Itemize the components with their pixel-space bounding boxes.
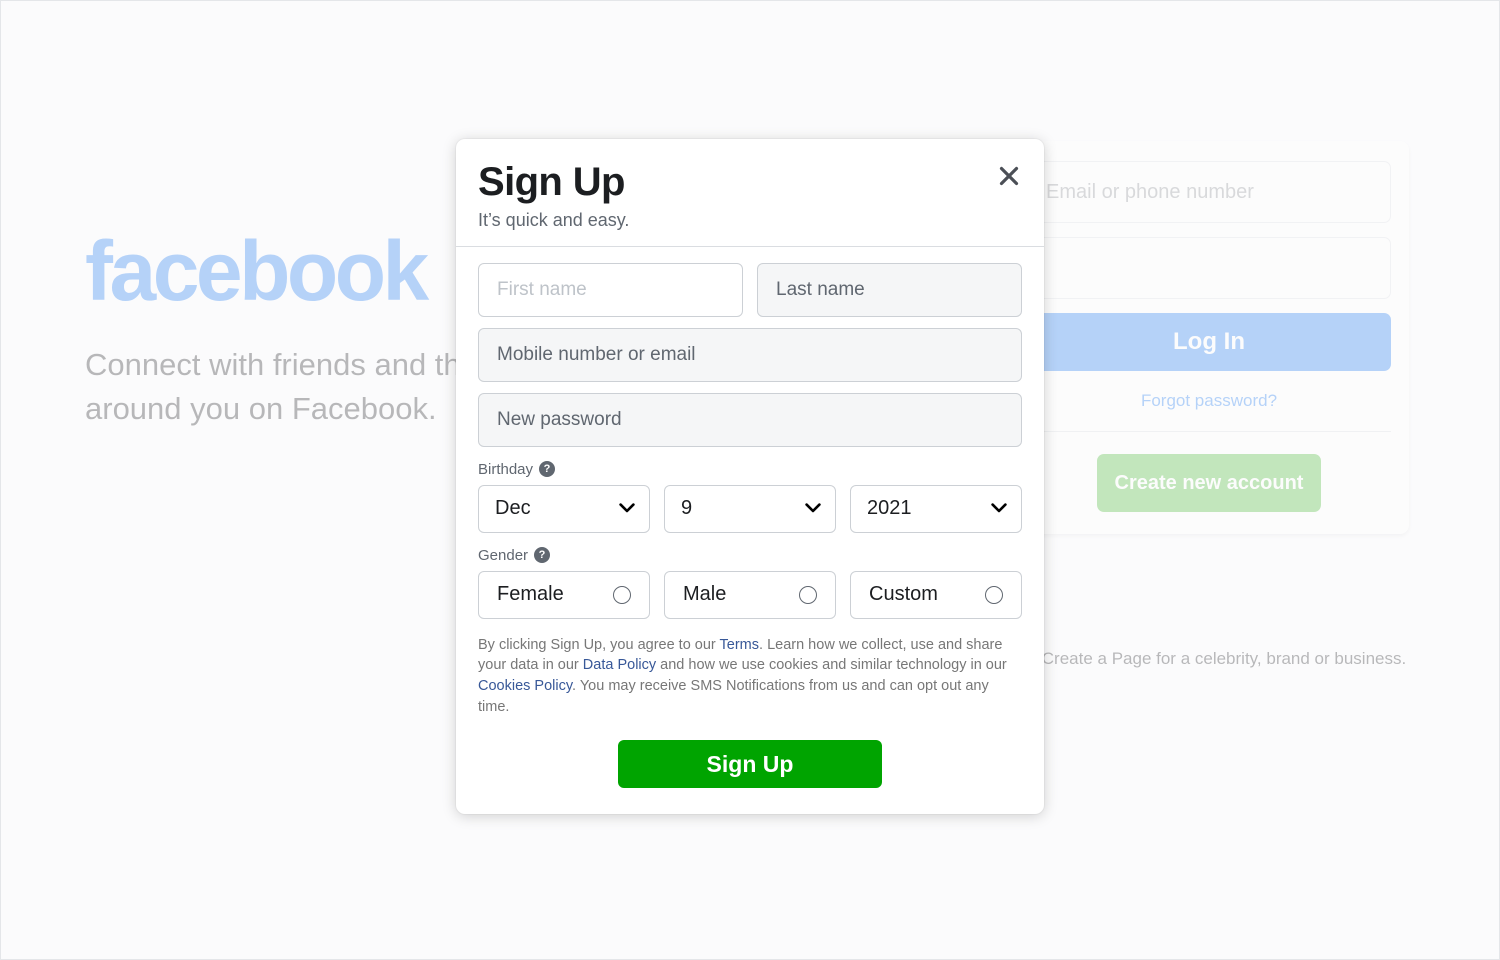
chevron-down-icon <box>805 503 821 513</box>
modal-header: Sign Up It’s quick and easy. <box>456 139 1044 247</box>
first-name-input[interactable]: First name <box>478 262 743 317</box>
radio-icon[interactable] <box>613 585 631 604</box>
gender-label-female: Female <box>497 583 564 606</box>
cookies-policy-link[interactable]: Cookies Policy <box>478 678 572 694</box>
birth-day-select[interactable]: 9 <box>664 484 836 533</box>
terms-link[interactable]: Terms <box>720 637 759 653</box>
close-icon[interactable] <box>992 159 1026 193</box>
question-mark-icon[interactable]: ? <box>534 547 551 564</box>
login-card: Email or phone number Password Log In Fo… <box>1009 141 1409 534</box>
legal-part3: and how we use cookies and similar techn… <box>656 657 1007 674</box>
question-mark-icon[interactable]: ? <box>539 461 556 478</box>
login-password-input[interactable]: Password <box>1027 237 1391 299</box>
gender-options: Female Male Custom <box>478 570 1022 619</box>
new-password-input[interactable]: New password <box>478 392 1022 447</box>
legal-part1: By clicking Sign Up, you agree to our <box>478 636 720 653</box>
page-title: Sign Up <box>478 160 626 204</box>
contact-row: Mobile number or email <box>478 327 1022 382</box>
page-canvas: facebook Connect with friends and the wo… <box>0 0 1500 960</box>
birth-month-value: Dec <box>495 497 531 520</box>
signup-modal: Sign Up It’s quick and easy. First name … <box>456 139 1044 815</box>
mobile-or-email-input[interactable]: Mobile number or email <box>478 327 1022 382</box>
signup-button[interactable]: Sign Up <box>618 740 882 789</box>
create-new-account-button[interactable]: Create new account <box>1096 454 1322 512</box>
celebrity-page-note: Create a Page for a celebrity, brand or … <box>1041 649 1407 668</box>
chevron-down-icon <box>991 503 1007 513</box>
chevron-down-icon <box>619 503 635 513</box>
gender-option-female[interactable]: Female <box>478 570 650 619</box>
name-row: First name Last name <box>478 262 1022 317</box>
birth-year-select[interactable]: 2021 <box>850 484 1022 533</box>
forgot-password-link[interactable]: Forgot password? <box>1027 391 1391 411</box>
birthday-label-row: Birthday ? <box>478 461 1022 478</box>
gender-label-male: Male <box>683 583 727 606</box>
password-row: New password <box>478 392 1022 447</box>
modal-subtitle: It’s quick and easy. <box>478 210 630 230</box>
legal-text: By clicking Sign Up, you agree to our Te… <box>478 635 1022 719</box>
birth-month-select[interactable]: Dec <box>478 484 650 533</box>
login-button[interactable]: Log In <box>1027 313 1391 371</box>
radio-icon[interactable] <box>799 585 817 604</box>
gender-label: Gender <box>478 546 529 564</box>
birth-year-value: 2021 <box>867 497 912 520</box>
gender-label-row: Gender ? <box>478 547 1022 564</box>
birth-day-value: 9 <box>681 497 693 520</box>
signup-button-wrap: Sign Up <box>478 740 1022 789</box>
login-email-input[interactable]: Email or phone number <box>1027 161 1391 223</box>
data-policy-link[interactable]: Data Policy <box>583 657 656 673</box>
create-account-wrap: Create new account <box>1027 454 1391 512</box>
birthday-selects: Dec 9 2021 <box>478 484 1022 533</box>
gender-option-custom[interactable]: Custom <box>850 570 1022 619</box>
gender-label-custom: Custom <box>869 583 938 606</box>
card-divider <box>1027 431 1391 432</box>
gender-option-male[interactable]: Male <box>664 570 836 619</box>
modal-body: First name Last name Mobile number or em… <box>456 247 1044 815</box>
radio-icon[interactable] <box>985 585 1003 604</box>
birthday-label: Birthday <box>478 460 534 478</box>
last-name-input[interactable]: Last name <box>757 262 1022 317</box>
